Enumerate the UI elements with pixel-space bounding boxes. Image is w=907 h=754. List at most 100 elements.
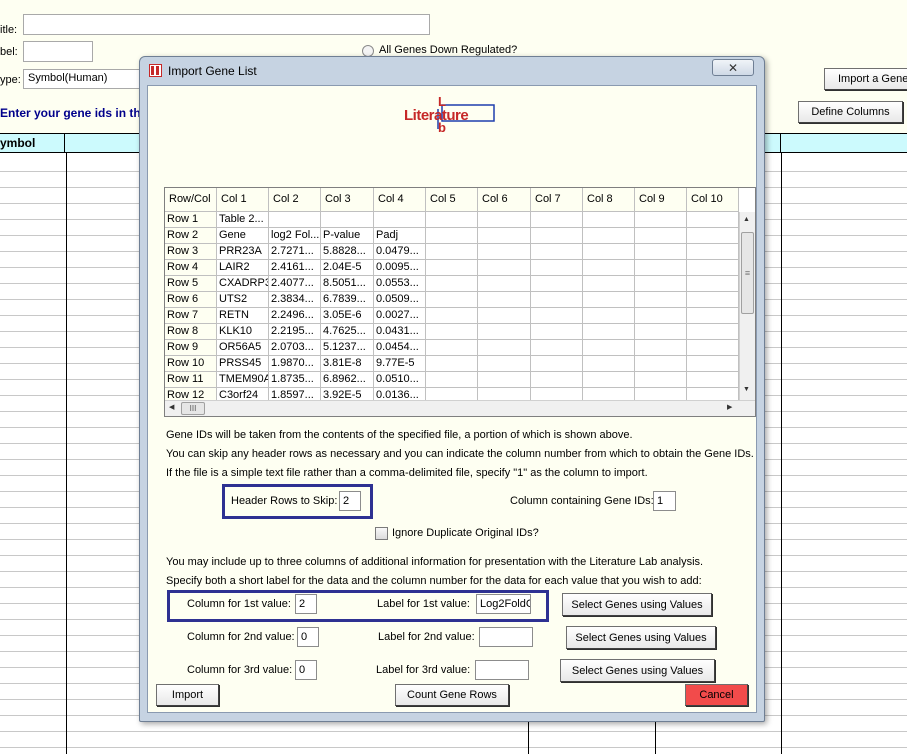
table-cell[interactable]: LAIR2 xyxy=(217,260,269,276)
table-cell[interactable] xyxy=(635,324,687,340)
select-genes-1st-button[interactable]: Select Genes using Values xyxy=(562,593,712,616)
table-cell[interactable] xyxy=(426,228,478,244)
table-row-header[interactable]: Row 1 xyxy=(165,212,217,228)
table-cell[interactable] xyxy=(583,372,635,388)
table-cell[interactable] xyxy=(478,212,531,228)
table-cell[interactable] xyxy=(478,244,531,260)
table-cell[interactable] xyxy=(583,308,635,324)
table-cell[interactable]: 0.0454... xyxy=(374,340,426,356)
table-cell[interactable]: 0.0095... xyxy=(374,260,426,276)
table-cell[interactable]: OR56A5 xyxy=(217,340,269,356)
label-2nd-value-input[interactable] xyxy=(479,627,533,647)
table-cell[interactable]: 0.0553... xyxy=(374,276,426,292)
table-cell[interactable] xyxy=(531,244,583,260)
table-cell[interactable] xyxy=(426,356,478,372)
table-cell[interactable] xyxy=(531,212,583,228)
table-cell[interactable]: 5.1237... xyxy=(321,340,374,356)
table-cell[interactable] xyxy=(531,276,583,292)
table-cell[interactable] xyxy=(687,324,739,340)
table-cell[interactable] xyxy=(583,292,635,308)
table-cell[interactable]: 8.5051... xyxy=(321,276,374,292)
table-cell[interactable]: 9.77E-5 xyxy=(374,356,426,372)
table-column-header[interactable]: Col 6 xyxy=(478,188,531,212)
table-column-header[interactable]: Col 9 xyxy=(635,188,687,212)
id-type-select[interactable]: Symbol(Human) xyxy=(23,69,141,89)
table-cell[interactable] xyxy=(531,324,583,340)
table-cell[interactable] xyxy=(583,212,635,228)
table-cell[interactable] xyxy=(583,244,635,260)
table-cell[interactable]: 3.81E-8 xyxy=(321,356,374,372)
table-cell[interactable] xyxy=(635,372,687,388)
table-cell[interactable] xyxy=(478,308,531,324)
table-row-header[interactable]: Row 11 xyxy=(165,372,217,388)
table-column-header[interactable]: Col 10 xyxy=(687,188,739,212)
table-column-header[interactable]: Row/Col xyxy=(165,188,217,212)
table-cell[interactable]: 2.4161... xyxy=(269,260,321,276)
select-genes-3rd-button[interactable]: Select Genes using Values xyxy=(560,659,715,682)
table-cell[interactable]: CXADRP3 xyxy=(217,276,269,292)
table-cell[interactable]: Padj xyxy=(374,228,426,244)
table-cell[interactable]: 2.2496... xyxy=(269,308,321,324)
table-cell[interactable]: 6.8962... xyxy=(321,372,374,388)
table-cell[interactable] xyxy=(687,276,739,292)
table-cell[interactable] xyxy=(687,292,739,308)
table-cell[interactable]: PRR23A xyxy=(217,244,269,260)
table-cell[interactable] xyxy=(583,324,635,340)
label-1st-value-input[interactable]: Log2FoldC xyxy=(476,594,531,614)
import-button[interactable]: Import xyxy=(156,684,219,706)
table-cell[interactable] xyxy=(531,308,583,324)
table-cell[interactable] xyxy=(478,372,531,388)
table-cell[interactable]: 0.0431... xyxy=(374,324,426,340)
table-row-header[interactable]: Row 9 xyxy=(165,340,217,356)
table-cell[interactable]: KLK10 xyxy=(217,324,269,340)
table-column-header[interactable]: Col 2 xyxy=(269,188,321,212)
table-cell[interactable] xyxy=(531,356,583,372)
table-cell[interactable] xyxy=(478,340,531,356)
table-cell[interactable] xyxy=(583,260,635,276)
ignore-duplicates-checkbox[interactable] xyxy=(375,527,388,540)
table-cell[interactable]: P-value xyxy=(321,228,374,244)
table-cell[interactable]: 2.04E-5 xyxy=(321,260,374,276)
table-cell[interactable] xyxy=(531,340,583,356)
select-genes-2nd-button[interactable]: Select Genes using Values xyxy=(566,626,716,649)
table-cell[interactable] xyxy=(478,292,531,308)
table-cell[interactable] xyxy=(635,356,687,372)
table-cell[interactable] xyxy=(687,260,739,276)
scroll-down-icon[interactable]: ▼ xyxy=(743,386,750,393)
table-row-header[interactable]: Row 2 xyxy=(165,228,217,244)
horizontal-scrollbar[interactable]: ◀ III ▶ xyxy=(165,400,755,416)
table-cell[interactable]: Table 2... xyxy=(217,212,269,228)
define-columns-button[interactable]: Define Columns xyxy=(798,101,903,123)
title-input[interactable] xyxy=(23,14,430,35)
label-3rd-value-input[interactable] xyxy=(475,660,529,680)
scroll-left-icon[interactable]: ◀ xyxy=(169,403,174,411)
table-row-header[interactable]: Row 7 xyxy=(165,308,217,324)
table-cell[interactable] xyxy=(478,324,531,340)
table-cell[interactable]: log2 Fol... xyxy=(269,228,321,244)
col-1st-value-input[interactable]: 2 xyxy=(295,594,317,614)
table-cell[interactable] xyxy=(478,276,531,292)
table-cell[interactable] xyxy=(583,276,635,292)
table-cell[interactable] xyxy=(583,356,635,372)
table-cell[interactable] xyxy=(687,212,739,228)
header-rows-input[interactable]: 2 xyxy=(339,491,361,511)
table-cell[interactable] xyxy=(426,260,478,276)
table-cell[interactable]: 0.0027... xyxy=(374,308,426,324)
table-cell[interactable] xyxy=(687,228,739,244)
table-cell[interactable]: TMEM90A xyxy=(217,372,269,388)
label-input[interactable] xyxy=(23,41,93,62)
scroll-right-icon[interactable]: ▶ xyxy=(727,403,732,411)
table-cell[interactable]: 2.2195... xyxy=(269,324,321,340)
table-cell[interactable]: Gene xyxy=(217,228,269,244)
table-cell[interactable] xyxy=(687,308,739,324)
vertical-scrollbar[interactable]: ▲ ≡ ▼ xyxy=(739,212,755,400)
table-cell[interactable] xyxy=(687,244,739,260)
file-preview-table[interactable]: Row/Col Col 1 Col 2 Col 3 Col 4 Col 5 Col 6 Col… xyxy=(164,187,756,417)
table-cell[interactable]: 0.0479... xyxy=(374,244,426,260)
table-cell[interactable]: 2.0703... xyxy=(269,340,321,356)
table-cell[interactable] xyxy=(635,228,687,244)
table-row-header[interactable]: Row 3 xyxy=(165,244,217,260)
table-column-header[interactable]: Col 8 xyxy=(583,188,635,212)
table-cell[interactable]: RETN xyxy=(217,308,269,324)
table-cell[interactable] xyxy=(583,228,635,244)
